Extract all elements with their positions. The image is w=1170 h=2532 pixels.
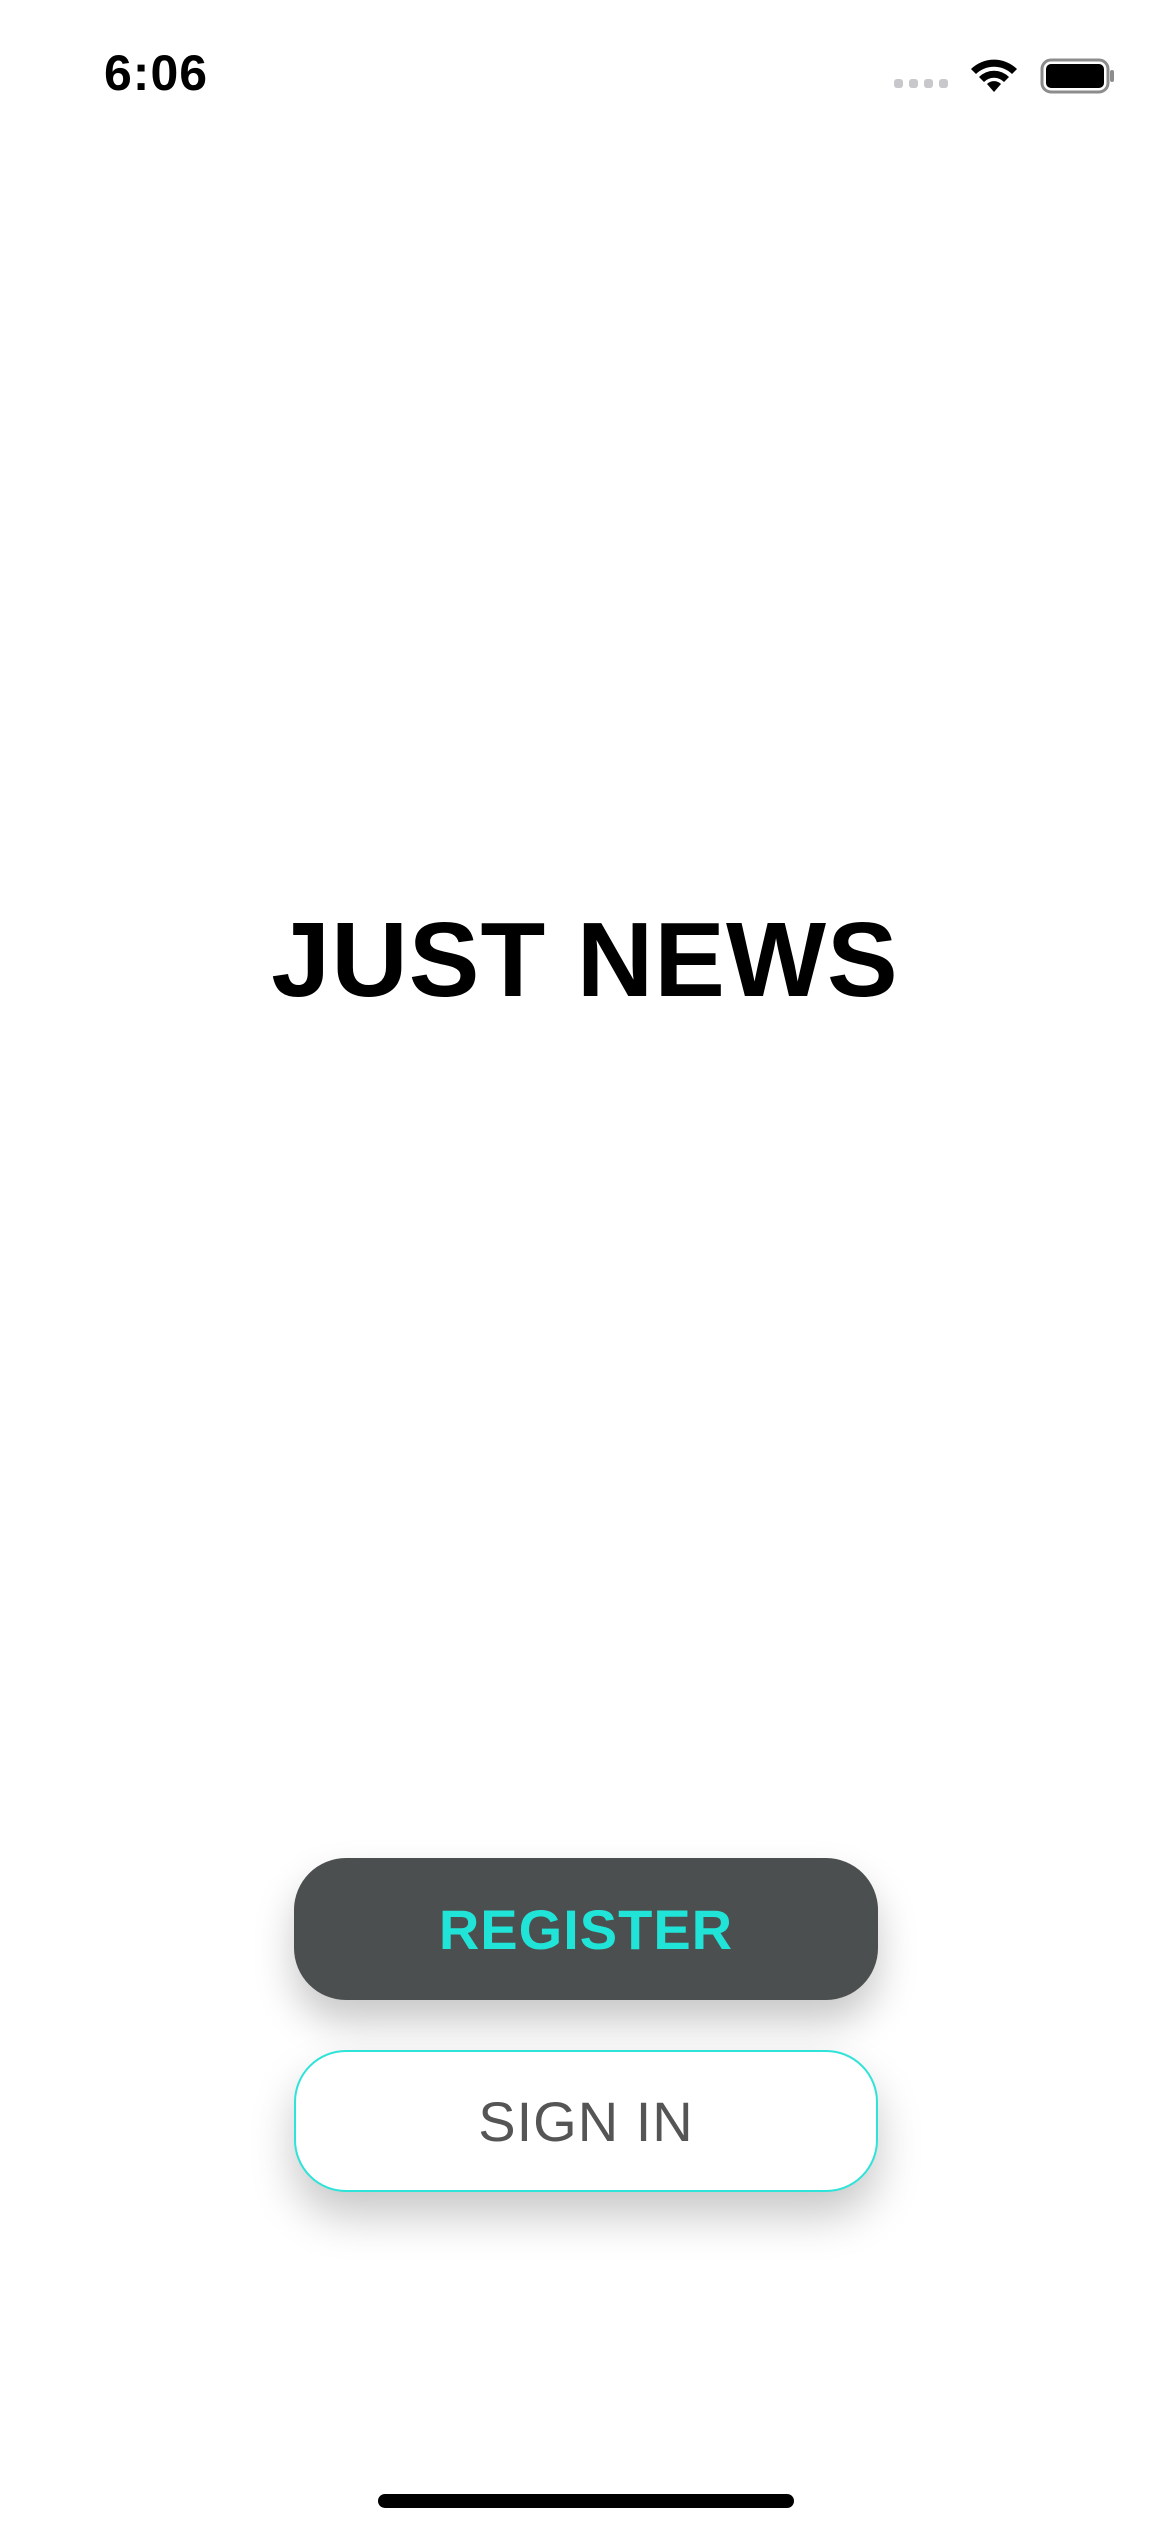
- register-button-label: REGISTER: [438, 1897, 734, 1961]
- app-title: JUST NEWS: [271, 901, 899, 1019]
- battery-icon: [1040, 56, 1116, 96]
- status-bar: 6:06: [0, 0, 1170, 150]
- sign-in-button-label: SIGN IN: [478, 2089, 694, 2153]
- status-icons: [894, 56, 1116, 96]
- cellular-signal-icon: [894, 49, 948, 103]
- sign-in-button[interactable]: SIGN IN: [294, 2050, 878, 2192]
- wifi-icon: [968, 56, 1020, 96]
- status-time: 6:06: [104, 45, 209, 101]
- home-indicator: [378, 2494, 794, 2508]
- register-button[interactable]: REGISTER: [294, 1858, 878, 2000]
